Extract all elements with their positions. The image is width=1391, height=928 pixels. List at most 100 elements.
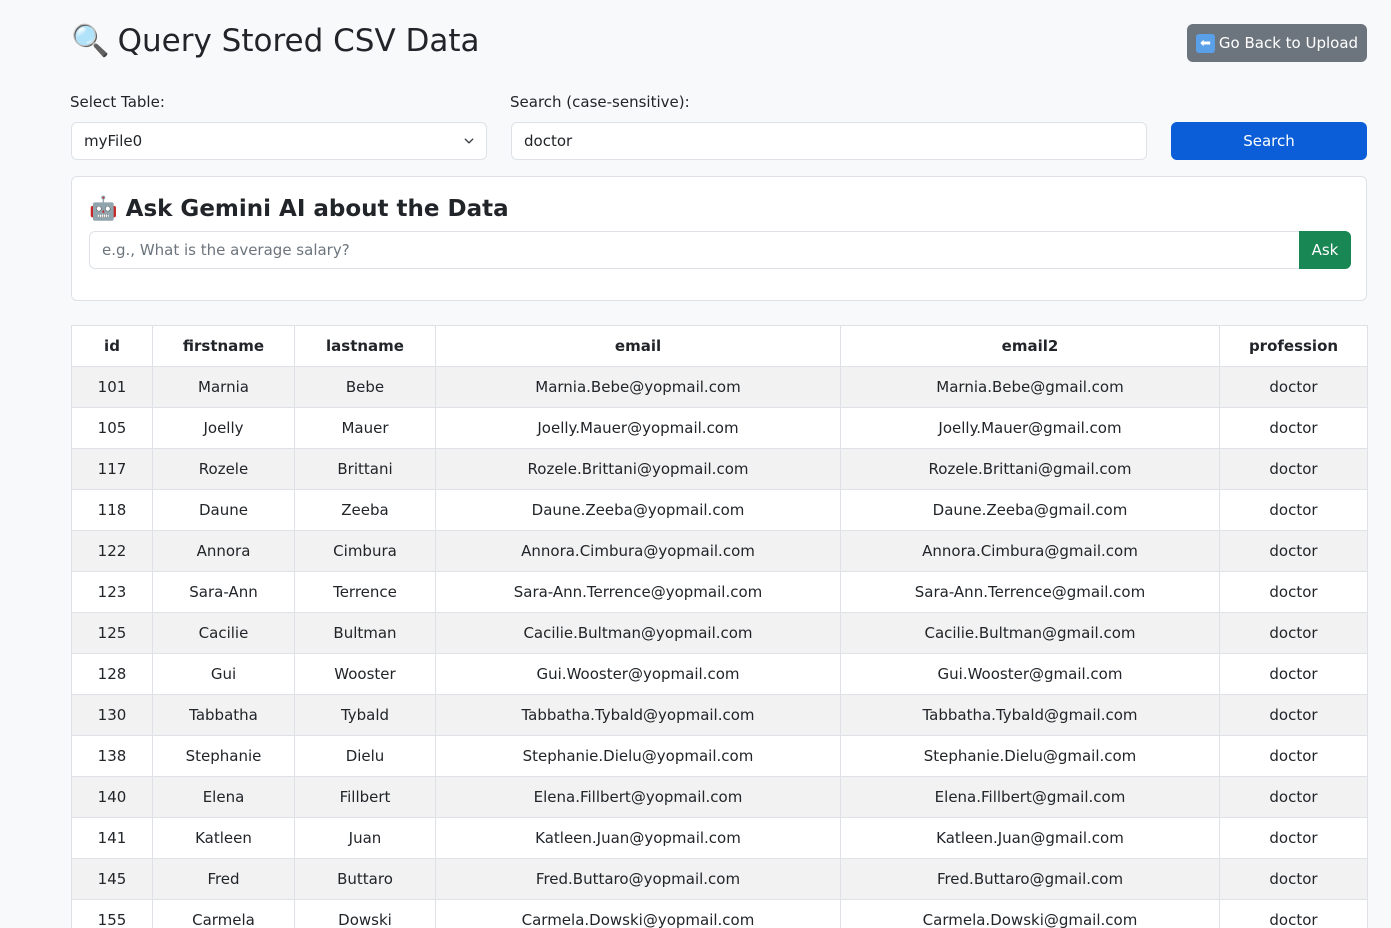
table-cell-email2: Stephanie.Dielu@gmail.com: [840, 735, 1220, 777]
search-button[interactable]: Search: [1171, 122, 1367, 160]
table-cell-id: 155: [71, 899, 153, 928]
table-cell-lastname: Juan: [294, 817, 436, 859]
table-cell-profession: doctor: [1219, 899, 1368, 928]
table-cell-id: 101: [71, 366, 153, 408]
table-cell-profession: doctor: [1219, 448, 1368, 490]
ask-button[interactable]: Ask: [1299, 231, 1351, 269]
table-body: 101 Marnia Bebe Marnia.Bebe@yopmail.com Marn…: [71, 366, 1368, 928]
table-row: 155 Carmela Dowski Carmela.Dowski@yopmail.c…: [71, 899, 1368, 928]
table-cell-email: Marnia.Bebe@yopmail.com: [435, 366, 841, 408]
table-cell-email: Carmela.Dowski@yopmail.com: [435, 899, 841, 928]
table-cell-firstname: Daune: [152, 489, 295, 531]
table-cell-firstname: Stephanie: [152, 735, 295, 777]
table-row: 118 Daune Zeeba Daune.Zeeba@yopmail.com Daun…: [71, 489, 1368, 531]
table-row: 101 Marnia Bebe Marnia.Bebe@yopmail.com Marn…: [71, 366, 1368, 408]
table-cell-lastname: Bebe: [294, 366, 436, 408]
table-cell-email: Katleen.Juan@yopmail.com: [435, 817, 841, 859]
table-cell-firstname: Cacilie: [152, 612, 295, 654]
column-header-lastname: lastname: [294, 325, 436, 367]
table-cell-profession: doctor: [1219, 407, 1368, 449]
table-cell-email2: Annora.Cimbura@gmail.com: [840, 530, 1220, 572]
table-cell-profession: doctor: [1219, 858, 1368, 900]
table-cell-firstname: Fred: [152, 858, 295, 900]
table-cell-firstname: Tabbatha: [152, 694, 295, 736]
page-title-text: Query Stored CSV Data: [117, 23, 480, 59]
ai-card: 🤖 Ask Gemini AI about the Data e.g., Wha…: [71, 176, 1367, 301]
table-cell-email2: Katleen.Juan@gmail.com: [840, 817, 1220, 859]
table-cell-lastname: Fillbert: [294, 776, 436, 818]
table-cell-profession: doctor: [1219, 612, 1368, 654]
table-cell-email: Joelly.Mauer@yopmail.com: [435, 407, 841, 449]
table-row: 105 Joelly Mauer Joelly.Mauer@yopmail.com Jo…: [71, 407, 1368, 449]
search-label: Search (case-sensitive):: [510, 93, 690, 111]
table-cell-email2: Daune.Zeeba@gmail.com: [840, 489, 1220, 531]
table-cell-email2: Carmela.Dowski@gmail.com: [840, 899, 1220, 928]
table-cell-lastname: Bultman: [294, 612, 436, 654]
table-cell-id: 130: [71, 694, 153, 736]
table-cell-email2: Marnia.Bebe@gmail.com: [840, 366, 1220, 408]
table-cell-firstname: Joelly: [152, 407, 295, 449]
table-cell-firstname: Rozele: [152, 448, 295, 490]
table-cell-id: 128: [71, 653, 153, 695]
table-cell-email: Rozele.Brittani@yopmail.com: [435, 448, 841, 490]
table-cell-email: Fred.Buttaro@yopmail.com: [435, 858, 841, 900]
column-header-email: email: [435, 325, 841, 367]
select-table-label: Select Table:: [70, 93, 165, 111]
table-row: 123 Sara-Ann Terrence Sara-Ann.Terrence@yop…: [71, 571, 1368, 613]
table-cell-id: 141: [71, 817, 153, 859]
table-cell-profession: doctor: [1219, 817, 1368, 859]
table-cell-profession: doctor: [1219, 694, 1368, 736]
ask-ai-input[interactable]: e.g., What is the average salary?: [89, 231, 1300, 269]
table-cell-lastname: Dowski: [294, 899, 436, 928]
table-cell-profession: doctor: [1219, 776, 1368, 818]
table-cell-id: 118: [71, 489, 153, 531]
table-row: 128 Gui Wooster Gui.Wooster@yopmail.com Gui.…: [71, 653, 1368, 695]
header: 🔍 Query Stored CSV Data ⬅ Go Back to Upl…: [71, 20, 1367, 64]
table-cell-lastname: Dielu: [294, 735, 436, 777]
table-row: 130 Tabbatha Tybald Tabbatha.Tybald@yopmail…: [71, 694, 1368, 736]
table-cell-email: Sara-Ann.Terrence@yopmail.com: [435, 571, 841, 613]
table-row: 122 Annora Cimbura Annora.Cimbura@yopmail.c…: [71, 530, 1368, 572]
column-header-id: id: [71, 325, 153, 367]
table-cell-profession: doctor: [1219, 653, 1368, 695]
table-cell-id: 123: [71, 571, 153, 613]
table-cell-lastname: Cimbura: [294, 530, 436, 572]
table-cell-email2: Rozele.Brittani@gmail.com: [840, 448, 1220, 490]
table-cell-firstname: Carmela: [152, 899, 295, 928]
table-cell-email: Cacilie.Bultman@yopmail.com: [435, 612, 841, 654]
table-row: 145 Fred Buttaro Fred.Buttaro@yopmail.com Fr…: [71, 858, 1368, 900]
column-header-email2: email2: [840, 325, 1220, 367]
table-row: 117 Rozele Brittani Rozele.Brittani@yopmail…: [71, 448, 1368, 490]
table-row: 125 Cacilie Bultman Cacilie.Bultman@yopmail…: [71, 612, 1368, 654]
table-cell-email: Annora.Cimbura@yopmail.com: [435, 530, 841, 572]
ai-card-title: 🤖 Ask Gemini AI about the Data: [89, 194, 509, 224]
table-cell-lastname: Terrence: [294, 571, 436, 613]
table-cell-email: Stephanie.Dielu@yopmail.com: [435, 735, 841, 777]
table-cell-id: 125: [71, 612, 153, 654]
table-cell-profession: doctor: [1219, 735, 1368, 777]
table-cell-firstname: Annora: [152, 530, 295, 572]
chevron-down-icon: [464, 138, 474, 144]
table-cell-email: Gui.Wooster@yopmail.com: [435, 653, 841, 695]
table-cell-firstname: Elena: [152, 776, 295, 818]
table-cell-profession: doctor: [1219, 571, 1368, 613]
search-input[interactable]: doctor: [511, 122, 1147, 160]
page-title: 🔍 Query Stored CSV Data: [71, 22, 480, 60]
table-cell-lastname: Tybald: [294, 694, 436, 736]
table-cell-lastname: Brittani: [294, 448, 436, 490]
table-cell-firstname: Gui: [152, 653, 295, 695]
table-cell-email2: Cacilie.Bultman@gmail.com: [840, 612, 1220, 654]
table-cell-email2: Fred.Buttaro@gmail.com: [840, 858, 1220, 900]
table-cell-lastname: Zeeba: [294, 489, 436, 531]
go-back-button[interactable]: ⬅ Go Back to Upload: [1187, 24, 1367, 62]
table-cell-firstname: Sara-Ann: [152, 571, 295, 613]
table-cell-id: 145: [71, 858, 153, 900]
go-back-button-label: Go Back to Upload: [1218, 34, 1359, 52]
table-select[interactable]: myFile0: [71, 122, 487, 160]
table-cell-profession: doctor: [1219, 366, 1368, 408]
table-cell-lastname: Mauer: [294, 407, 436, 449]
selected-table-value: myFile0: [84, 132, 143, 150]
table-cell-email2: Elena.Fillbert@gmail.com: [840, 776, 1220, 818]
table-cell-profession: doctor: [1219, 530, 1368, 572]
table-cell-lastname: Buttaro: [294, 858, 436, 900]
